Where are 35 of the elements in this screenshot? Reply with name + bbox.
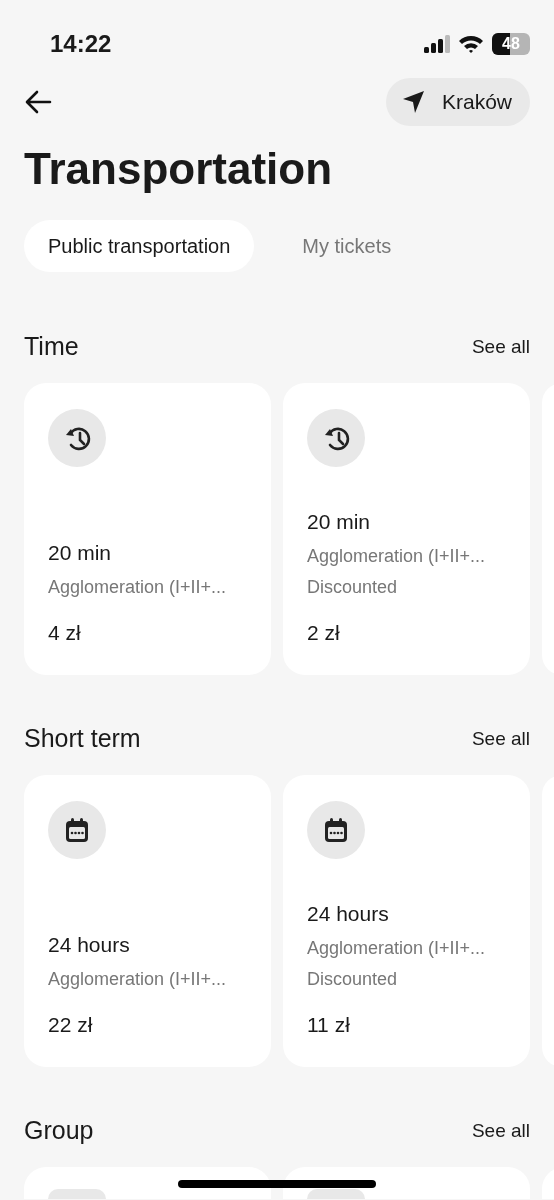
tab[interactable]: Public transportation: [24, 219, 255, 272]
ticket-name: 24 hours: [307, 900, 390, 927]
ticket-card[interactable]: 20 min Agglomeration (I+II+... 4 zł: [24, 382, 271, 675]
ticket-detail: Agglomeration (I+II+...: [307, 937, 487, 961]
see-all-link[interactable]: See all: [471, 1116, 530, 1146]
section-title: Time: [24, 331, 79, 363]
ticket-price: 2 zł: [307, 620, 341, 647]
location-button[interactable]: Kraków: [385, 78, 530, 126]
ticket-detail: Agglomeration (I+II+...: [48, 968, 228, 992]
ticket-price: 4 zł: [48, 620, 82, 647]
ticket-name: 20 min: [307, 508, 372, 535]
ticket-card[interactable]: 24 hours Agglomeration (I+II+... Discounted 11 zł: [283, 774, 530, 1067]
ticket-card[interactable]: 20 min Agglomeration (I+II+... Discounted 2 zł: [283, 382, 530, 675]
ticket-price: 11 zł: [307, 1012, 351, 1039]
see-all-link[interactable]: See all: [471, 724, 530, 754]
signal-icon: [424, 35, 450, 53]
ticket-name: 20 min: [48, 539, 113, 566]
wifi-icon: [458, 34, 484, 54]
page-title: Transportation: [24, 143, 334, 195]
ticket-detail: Discounted: [307, 968, 399, 992]
ticket-name: 24 hours: [48, 931, 131, 958]
ticket-detail: Discounted: [307, 576, 399, 600]
ticket-detail: Agglomeration (I+II+...: [307, 545, 487, 569]
section-title: Group: [24, 1115, 94, 1147]
navigation-arrow-icon: [401, 90, 426, 114]
see-all-link[interactable]: See all: [471, 332, 530, 362]
status-time: 14:22: [50, 29, 112, 59]
back-arrow-icon[interactable]: [24, 88, 52, 116]
tab[interactable]: My tickets: [278, 219, 416, 272]
ticket-card[interactable]: 24 hours Agglomeration (I+II+... 22 zł: [24, 774, 271, 1067]
ticket-card[interactable]: [24, 1166, 271, 1199]
ticket-price: 22 zł: [48, 1012, 94, 1039]
section-title: Short term: [24, 723, 141, 755]
ticket-card[interactable]: [283, 1166, 530, 1199]
ticket-detail: Agglomeration (I+II+...: [48, 576, 228, 600]
